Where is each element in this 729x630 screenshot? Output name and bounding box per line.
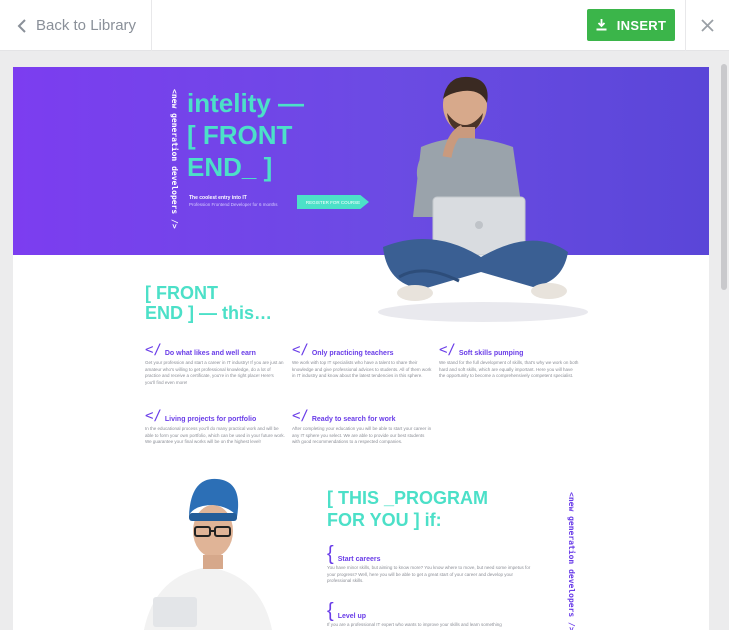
hero-vertical-text: <new generation developers /> bbox=[170, 89, 179, 229]
person-in-beanie-image bbox=[144, 478, 272, 630]
program-item-title: Level up bbox=[337, 613, 367, 620]
code-bracket-icon: </ bbox=[292, 342, 309, 358]
feature-item: </Soft skills pumping We stand for the f… bbox=[439, 343, 579, 380]
code-bracket-icon: </ bbox=[145, 408, 162, 424]
scrollbar-thumb[interactable] bbox=[721, 64, 727, 290]
scrollbar[interactable] bbox=[721, 60, 727, 630]
section-title-line1: [ FRONT bbox=[145, 283, 218, 303]
program-title-line2: FOR YOU ] if: bbox=[327, 510, 442, 530]
close-icon bbox=[701, 19, 714, 32]
person-with-laptop-image bbox=[378, 76, 588, 322]
section-title-line2: END ] — this… bbox=[145, 303, 273, 323]
program-vertical-text: <new generation developers /> bbox=[567, 492, 576, 630]
feature-title: Soft skills pumping bbox=[458, 350, 524, 357]
section-title: [ FRONT END ] — this… bbox=[145, 283, 272, 323]
program-item: {Level up If you are a professional IT e… bbox=[327, 600, 537, 629]
feature-description: We stand for the full development of ski… bbox=[439, 360, 579, 378]
feature-title: Only practicing teachers bbox=[311, 350, 394, 357]
insert-label: INSERT bbox=[616, 17, 667, 33]
feature-description: We work with top IT specialists who have… bbox=[292, 360, 432, 378]
hero-brand-line1: intelity — bbox=[187, 88, 305, 118]
hero-subtitle: The coolest entry into IT bbox=[189, 195, 247, 201]
program-item-title: Start careers bbox=[337, 556, 381, 563]
hero-brand-line2: [ FRONT bbox=[187, 120, 293, 150]
program-item-description: You have minor skills, but aiming to kno… bbox=[327, 565, 531, 583]
hero-brand-line3: END_ ] bbox=[187, 152, 273, 182]
close-button[interactable] bbox=[685, 0, 729, 51]
feature-description: In the educational process you'll do man… bbox=[145, 426, 285, 444]
program-title: [ THIS _PROGRAM FOR YOU ] if: bbox=[327, 487, 488, 531]
back-label: Back to Library bbox=[36, 17, 137, 34]
feature-item: </Ready to search for work After complet… bbox=[292, 409, 432, 446]
feature-title: Do what likes and well earn bbox=[164, 350, 256, 357]
insert-button[interactable]: INSERT bbox=[587, 9, 675, 41]
hero-subtitle-2: Profession Frontend Developer for 6 mont… bbox=[189, 202, 278, 207]
template-preview: <new generation developers /> intelity —… bbox=[13, 67, 709, 630]
feature-title: Living projects for portfolio bbox=[164, 416, 257, 423]
feature-description: After completing your education you will… bbox=[292, 426, 432, 444]
code-bracket-icon: </ bbox=[292, 408, 309, 424]
hero-brand: intelity — [ FRONT END_ ] bbox=[187, 87, 304, 183]
feature-item: </Do what likes and well earn Get your p… bbox=[145, 343, 285, 386]
curly-brace-icon: { bbox=[327, 600, 334, 622]
code-bracket-icon: </ bbox=[439, 342, 456, 358]
hero-banner: <new generation developers /> intelity —… bbox=[13, 67, 709, 255]
feature-item: </Living projects for portfolio In the e… bbox=[145, 409, 285, 446]
chevron-left-icon bbox=[17, 18, 26, 33]
curly-brace-icon: { bbox=[327, 543, 334, 565]
program-title-line1: [ THIS _PROGRAM bbox=[327, 488, 489, 508]
program-item: {Start careers You have minor skills, bu… bbox=[327, 543, 537, 585]
feature-title: Ready to search for work bbox=[311, 416, 396, 423]
program-item-description: If you are a professional IT expert who … bbox=[327, 622, 502, 627]
register-course-button[interactable]: REGISTER FOR COURSE bbox=[297, 195, 369, 209]
top-bar: Back to Library INSERT bbox=[0, 0, 729, 51]
back-to-library-button[interactable]: Back to Library bbox=[0, 0, 152, 51]
download-icon bbox=[596, 19, 607, 31]
feature-description: Get your profession and start a career i… bbox=[145, 360, 284, 385]
feature-item: </Only practicing teachers We work with … bbox=[292, 343, 432, 380]
code-bracket-icon: </ bbox=[145, 342, 162, 358]
